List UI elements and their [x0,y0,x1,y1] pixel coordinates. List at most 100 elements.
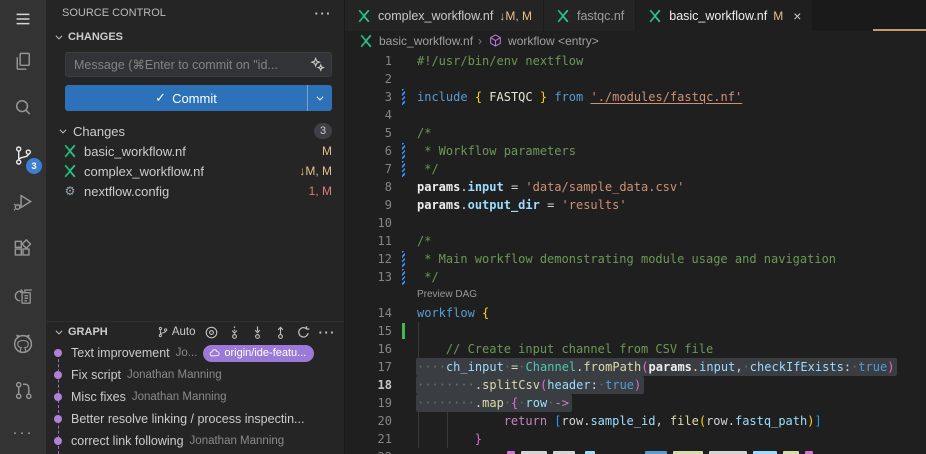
sparkle-icon[interactable] [310,57,325,72]
code-line[interactable]: 13 */ [345,268,926,286]
commit-row[interactable]: Fix scriptJonathan Manning [46,364,344,386]
code-line[interactable]: 11/* [345,232,926,250]
codelens-link[interactable]: Preview DAG [417,289,477,300]
editor-group: complex_workflow.nf↓M, Mfastqc.nfbasic_w… [345,0,926,454]
token: ) [887,360,894,374]
code-line[interactable]: 1#!/usr/bin/env nextflow [345,52,926,70]
gutter-marker-modified [402,251,405,267]
token: fastq_path [735,414,807,428]
breadcrumb-symbol[interactable]: workflow <entry> [508,34,599,48]
graph-auto-toggle[interactable]: Auto [157,326,196,338]
code-line[interactable]: 14workflow { [345,304,926,322]
token: workflow [417,306,475,320]
tab-fastqc.nf[interactable]: fastqc.nf [544,0,636,31]
source-control-icon[interactable]: 3 [0,132,46,179]
line-number: 7 [345,160,392,178]
graph-pull-icon[interactable] [250,325,265,340]
activity-more-icon[interactable]: ··· [0,414,46,450]
token: · [518,396,525,410]
token: map [482,396,504,410]
line-content: params.output_dir = 'results' [417,196,627,214]
token: true [605,378,634,392]
graph-refresh-icon[interactable] [296,325,311,340]
token: splitCsv [482,378,540,392]
code-line[interactable]: 4 [345,106,926,124]
commit-row[interactable]: Misc fixesJonathan Manning [46,386,344,408]
tab-complex_workflow.nf[interactable]: complex_workflow.nf↓M, M [345,0,544,31]
code-line[interactable]: 15 [345,322,926,340]
code-line[interactable]: 17····ch_input·=·Channel.fromPath(params… [345,358,926,376]
code-line[interactable]: 20 return [row.sample_id, file(row.fastq… [345,412,926,430]
code-line[interactable]: 22 [345,448,926,454]
commit-row[interactable]: Text improvementJo...origin/ide-featu... [46,342,344,364]
scm-file-row[interactable]: basic_workflow.nfM [46,141,344,161]
code-line[interactable]: 18········.splitCsv(header:·true) [345,376,926,394]
token: ch_input [446,360,504,374]
extensions-icon[interactable] [0,226,46,273]
search-icon[interactable] [0,85,46,132]
nextflow-file-icon [555,9,571,23]
github-icon[interactable] [0,320,46,367]
token: header [547,378,590,392]
section-header-graph[interactable]: GRAPH Auto ··· [46,321,344,342]
scm-file-row[interactable]: ⚙nextflow.config1, M [46,181,344,201]
breadcrumb-file[interactable]: basic_workflow.nf [379,34,473,48]
tab-label: complex_workflow.nf [378,9,493,23]
code-line[interactable]: 21 } [345,430,926,448]
token: · [504,396,511,410]
sidebar-more-actions-icon[interactable]: ··· [315,6,333,21]
code-line[interactable]: 3include { FASTQC } from './modules/fast… [345,88,926,106]
code-line[interactable]: 19········.map·{·row·-> [345,394,926,412]
run-debug-icon[interactable] [0,179,46,226]
graph-target-icon[interactable] [204,325,219,340]
token: checkIfExists [750,360,844,374]
token: */ [417,270,439,284]
code-line[interactable]: 5/* [345,124,926,142]
scm-file-row[interactable]: complex_workflow.nf↓M, M [46,161,344,181]
commit-row[interactable]: Better resolve linking / process inspect… [46,408,344,430]
line-number: 6 [345,142,392,160]
nextflow-file-icon [62,144,78,158]
code-line[interactable]: 6 * Workflow parameters [345,142,926,160]
token: #!/usr/bin/env nextflow [417,54,583,68]
graph-push-icon[interactable] [273,325,288,340]
menu-icon[interactable] [0,0,46,38]
pull-request-icon[interactable] [0,367,46,414]
whitespace-dot: · [504,360,511,374]
commit-author: Jonathan Manning [132,391,227,403]
graph-more-icon[interactable]: ··· [319,325,337,340]
branch-ref-badge[interactable]: origin/ide-featu... [203,345,314,362]
token: . [460,198,467,212]
code-line[interactable]: 12 * Main workflow demonstrating module … [345,250,926,268]
code-area[interactable]: 1#!/usr/bin/env nextflow23include { FAST… [345,50,926,454]
commit-dropdown-button[interactable] [307,85,332,111]
tab-basic_workflow.nf[interactable]: basic_workflow.nfM× [636,0,813,31]
gutter-marker-modified [402,89,405,105]
token: = [504,180,526,194]
whitespace-dot: · [743,360,750,374]
explorer-icon[interactable] [0,38,46,85]
line-number: 16 [345,340,392,358]
changes-section-label: CHANGES [68,31,123,43]
section-header-changes[interactable]: CHANGES [46,26,344,48]
code-line[interactable]: 8params.input = 'data/sample_data.csv' [345,178,926,196]
close-icon[interactable]: × [793,9,801,23]
code-line[interactable]: 2 [345,70,926,88]
code-line[interactable]: 9params.output_dir = 'results' [345,196,926,214]
nextflow-file-icon [62,164,78,178]
code-line[interactable]: 7 */ [345,160,926,178]
docs-sync-icon[interactable] [0,273,46,320]
changes-count-badge: 3 [314,123,332,139]
code-line[interactable]: 16 // Create input channel from CSV file [345,340,926,358]
commit-button[interactable]: ✓ Commit [65,85,332,111]
commit-row[interactable]: correct link followingJonathan Manning [46,430,344,452]
code-line[interactable]: 10 [345,214,926,232]
token: return [504,414,547,428]
changes-tree-row[interactable]: Changes 3 [46,121,344,141]
graph-fetch-icon[interactable] [227,325,242,340]
whitespace-dot: · [439,396,446,410]
line-content: */ [417,160,439,178]
token: , [655,414,669,428]
commit-message-input[interactable] [65,52,332,77]
commit-message: Fix script [71,368,121,382]
